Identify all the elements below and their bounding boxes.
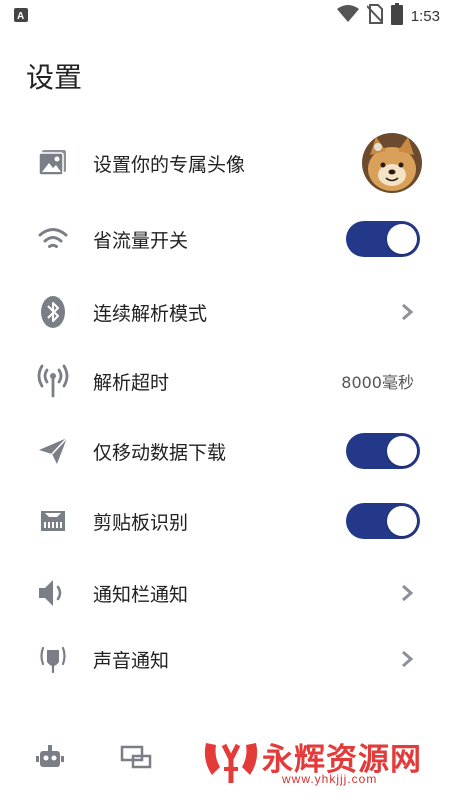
setting-label: 仅移动数据下载 [93,441,227,464]
setting-label: 通知栏通知 [93,583,189,606]
broadcast-icon [36,364,70,398]
setting-continuous-parse[interactable]: 连续解析模式 [0,282,450,342]
toggle-knob [387,224,417,254]
setting-mobile-only[interactable]: 仅移动数据下载 [0,421,450,481]
mobile-only-toggle[interactable] [346,433,420,469]
setting-sound-notify[interactable]: 声音通知 [0,629,450,689]
devices-icon[interactable] [118,739,154,775]
clock: 1:53 [410,7,440,25]
send-icon [36,434,70,468]
toggle-knob [387,506,417,536]
watermark-url: www.yhkjjj.com [282,772,378,786]
setting-parse-timeout[interactable]: 解析超时 8000毫秒 [0,351,450,411]
microphone-icon [36,642,70,676]
battery-icon [390,3,403,29]
data-saver-toggle[interactable] [346,221,420,257]
setting-clipboard[interactable]: 剪贴板识别 [0,491,450,551]
watermark: 永辉资源网 www.yhkjjj.com [200,735,422,786]
setting-data-saver[interactable]: 省流量开关 [0,209,450,269]
clipboard-toggle[interactable] [346,503,420,539]
toggle-knob [387,436,417,466]
bluetooth-icon [36,295,70,329]
chevron-right-icon [402,584,414,602]
page-title: 设置 [26,61,83,94]
setting-notification-bar[interactable]: 通知栏通知 [0,563,450,623]
watermark-logo [204,743,258,783]
robot-icon[interactable] [32,739,68,775]
no-sim-icon [366,4,384,28]
app-notification-icon: A [14,8,28,22]
chevron-right-icon [402,303,414,321]
setting-label: 设置你的专属头像 [93,153,246,176]
wifi-icon [36,222,70,256]
setting-label: 连续解析模式 [93,302,208,325]
avatar[interactable] [362,133,422,193]
chevron-right-icon [402,650,414,668]
svg-text:A: A [17,11,24,22]
status-bar: A 1:53 [0,0,450,30]
setting-label: 解析超时 [93,371,170,394]
setting-label: 剪贴板识别 [93,511,189,534]
image-icon [36,146,70,180]
memory-icon [36,504,70,538]
setting-label: 声音通知 [93,649,170,672]
setting-label: 省流量开关 [93,229,189,252]
timeout-value: 8000毫秒 [341,373,414,392]
setting-avatar[interactable]: 设置你的专属头像 [0,133,450,193]
speaker-icon [36,576,70,610]
wifi-signal-icon [336,5,359,27]
